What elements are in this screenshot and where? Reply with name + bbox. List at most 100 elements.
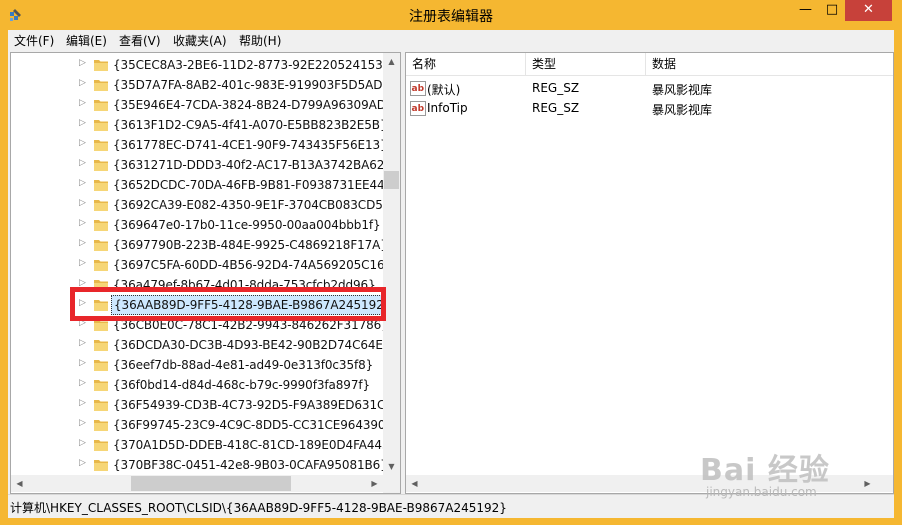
expand-arrow-icon[interactable]: ▷ bbox=[79, 398, 89, 410]
folder-icon bbox=[94, 60, 108, 71]
tree-item-label: {36F54939-CD3B-4C73-92D5-F9A389ED631C} bbox=[113, 398, 393, 412]
expand-arrow-icon[interactable]: ▷ bbox=[79, 358, 89, 370]
svg-text:ab: ab bbox=[412, 84, 425, 94]
expand-arrow-icon[interactable]: ▷ bbox=[79, 118, 89, 130]
maximize-button[interactable]: □ bbox=[819, 0, 845, 21]
tree-item[interactable]: ▷ {35CEC8A3-2BE6-11D2-8773-92E220524153} bbox=[79, 55, 391, 75]
value-name: InfoTip bbox=[427, 101, 468, 115]
tree-item[interactable]: ▷ {370A1D5D-DDEB-418C-81CD-189E0D4FA443} bbox=[79, 435, 397, 455]
expand-arrow-icon[interactable]: ▷ bbox=[79, 338, 89, 350]
folder-icon bbox=[94, 440, 108, 451]
tree-item[interactable]: ▷ {35D7A7FA-8AB2-401c-983E-919903F5D5AD} bbox=[79, 75, 390, 95]
menu-edit[interactable]: 编辑(E) bbox=[66, 32, 107, 49]
expand-arrow-icon[interactable]: ▷ bbox=[79, 78, 89, 90]
folder-icon bbox=[94, 140, 108, 151]
expand-arrow-icon[interactable]: ▷ bbox=[79, 58, 89, 70]
tree-item[interactable]: ▷ {36f0bd14-d84d-468c-b79c-9990f3fa897f} bbox=[79, 375, 389, 395]
tree-item-label: {370A1D5D-DDEB-418C-81CD-189E0D4FA443} bbox=[113, 438, 398, 452]
expand-arrow-icon[interactable]: ▷ bbox=[79, 198, 89, 210]
folder-icon bbox=[94, 200, 108, 211]
tree-item[interactable]: ▷ {3692CA39-E082-4350-9E1F-3704CB083CD5} bbox=[79, 195, 391, 215]
expand-arrow-icon[interactable]: ▷ bbox=[79, 178, 89, 190]
tree-item-label: {361778EC-D741-4CE1-90F9-743435F56E13} bbox=[113, 138, 388, 152]
scroll-down-icon[interactable]: ▼ bbox=[383, 458, 400, 475]
column-data-header[interactable]: 数据 bbox=[646, 53, 893, 75]
watermark-url: jingyan.baidu.com bbox=[706, 485, 817, 499]
key-tree-pane[interactable]: ▷ {35CEC8A3-2BE6-11D2-8773-92E220524153} ▷… bbox=[10, 52, 401, 494]
expand-arrow-icon[interactable]: ▷ bbox=[79, 158, 89, 170]
tree-horizontal-scrollbar[interactable]: ◀ ▶ bbox=[11, 475, 383, 492]
tree-item-label: {36DCDA30-DC3B-4D93-BE42-90B2D74C64E7} bbox=[113, 338, 398, 352]
baidu-watermark: Bai 经验 jingyan.baidu.com bbox=[700, 445, 890, 505]
tree-item[interactable]: ▷ {36eef7db-88ad-4e81-ad49-0e313f0c35f8} bbox=[79, 355, 389, 375]
menu-file[interactable]: 文件(F) bbox=[14, 32, 54, 49]
expand-arrow-icon[interactable]: ▷ bbox=[79, 258, 89, 270]
folder-icon bbox=[94, 180, 108, 191]
tree-item[interactable]: ▷ {36F99745-23C9-4C9C-8DD5-CC31CE964390} bbox=[79, 415, 393, 435]
expand-arrow-icon[interactable]: ▷ bbox=[79, 418, 89, 430]
value-data: 暴风影视库 bbox=[652, 103, 713, 117]
tree-item[interactable]: ▷ {36DCDA30-DC3B-4D93-BE42-90B2D74C64E7} bbox=[79, 335, 398, 355]
tree-item-label: {3613F1D2-C9A5-4f41-A070-E5BB823B2E5B} bbox=[113, 118, 388, 132]
tree-item[interactable]: ▷ {3613F1D2-C9A5-4f41-A070-E5BB823B2E5B} bbox=[79, 115, 389, 135]
value-name: (默认) bbox=[427, 83, 461, 97]
status-path: 计算机\HKEY_CLASSES_ROOT\CLSID\{36AAB89D-9F… bbox=[10, 501, 507, 515]
menu-view[interactable]: 查看(V) bbox=[119, 32, 161, 49]
folder-icon bbox=[94, 240, 108, 251]
tree-item-label: {3652DCDC-70DA-46FB-9B81-F0938731EE44} bbox=[113, 178, 393, 192]
minimize-button[interactable]: — bbox=[792, 0, 819, 21]
tree-item-label: {35D7A7FA-8AB2-401c-983E-919903F5D5AD} bbox=[113, 78, 390, 92]
scroll-left-icon[interactable]: ◀ bbox=[11, 475, 28, 492]
title-bar[interactable]: 注册表编辑器 — □ ✕ bbox=[0, 0, 902, 30]
tree-item-label: {36eef7db-88ad-4e81-ad49-0e313f0c35f8} bbox=[113, 358, 374, 372]
folder-icon bbox=[94, 260, 108, 271]
tree-item-label: {36f0bd14-d84d-468c-b79c-9990f3fa897f} bbox=[113, 378, 371, 392]
expand-arrow-icon[interactable]: ▷ bbox=[79, 238, 89, 250]
scroll-left-icon[interactable]: ◀ bbox=[406, 475, 423, 492]
folder-icon bbox=[94, 220, 108, 231]
close-button[interactable]: ✕ bbox=[845, 0, 892, 21]
tree-item-label: {370BF38C-0451-42e8-9B03-0CAFA95081B6} bbox=[113, 458, 388, 472]
list-row[interactable]: ab InfoTip REG_SZ 暴风影视库 bbox=[406, 99, 893, 119]
tree-item[interactable]: ▷ {36F54939-CD3B-4C73-92D5-F9A389ED631C} bbox=[79, 395, 393, 415]
expand-arrow-icon[interactable]: ▷ bbox=[79, 438, 89, 450]
list-row[interactable]: ab (默认) REG_SZ 暴风影视库 bbox=[406, 79, 893, 99]
scroll-right-icon[interactable]: ▶ bbox=[366, 475, 383, 492]
highlight-annotation-box bbox=[70, 287, 386, 321]
tree-item[interactable]: ▷ {3697C5FA-60DD-4B56-92D4-74A569205C16} bbox=[79, 255, 393, 275]
expand-arrow-icon[interactable]: ▷ bbox=[79, 458, 89, 470]
tree-item[interactable]: ▷ {369647e0-17b0-11ce-9950-00aa004bbb1f} bbox=[79, 215, 389, 235]
scroll-thumb[interactable] bbox=[384, 171, 399, 189]
folder-icon bbox=[94, 80, 108, 91]
folder-icon bbox=[94, 160, 108, 171]
string-value-icon: ab bbox=[410, 101, 426, 116]
window-title: 注册表编辑器 bbox=[409, 9, 493, 25]
expand-arrow-icon[interactable]: ▷ bbox=[79, 378, 89, 390]
tree-item[interactable]: ▷ {361778EC-D741-4CE1-90F9-743435F56E13} bbox=[79, 135, 389, 155]
values-list-pane[interactable]: 名称 类型 数据 ab (默认) REG_SZ 暴风影视库 ab InfoTip bbox=[405, 52, 894, 494]
tree-item-label: {35CEC8A3-2BE6-11D2-8773-92E220524153} bbox=[113, 58, 391, 72]
tree-item-label: {3692CA39-E082-4350-9E1F-3704CB083CD5} bbox=[113, 198, 391, 212]
scroll-thumb-horizontal[interactable] bbox=[131, 476, 291, 491]
scroll-corner bbox=[383, 475, 400, 492]
menu-favorites[interactable]: 收藏夹(A) bbox=[173, 32, 227, 49]
scroll-up-icon[interactable]: ▲ bbox=[383, 53, 400, 70]
expand-arrow-icon[interactable]: ▷ bbox=[79, 218, 89, 230]
tree-item[interactable]: ▷ {3697790B-223B-484E-9925-C4869218F17A} bbox=[79, 235, 389, 255]
folder-icon bbox=[94, 340, 108, 351]
tree-vertical-scrollbar[interactable]: ▲ ▼ bbox=[383, 53, 400, 493]
tree-item[interactable]: ▷ {35E946E4-7CDA-3824-8B24-D799A96309AD} bbox=[79, 95, 394, 115]
folder-icon bbox=[94, 120, 108, 131]
tree-item[interactable]: ▷ {370BF38C-0451-42e8-9B03-0CAFA95081B6} bbox=[79, 455, 389, 475]
column-type-header[interactable]: 类型 bbox=[526, 53, 646, 75]
string-value-icon: ab bbox=[410, 81, 426, 96]
expand-arrow-icon[interactable]: ▷ bbox=[79, 138, 89, 150]
value-data: 暴风影视库 bbox=[652, 83, 713, 97]
menu-help[interactable]: 帮助(H) bbox=[239, 32, 281, 49]
tree-item-label: {36F99745-23C9-4C9C-8DD5-CC31CE964390} bbox=[113, 418, 393, 432]
tree-item-label: {3697C5FA-60DD-4B56-92D4-74A569205C16} bbox=[113, 258, 393, 272]
tree-item[interactable]: ▷ {3652DCDC-70DA-46FB-9B81-F0938731EE44} bbox=[79, 175, 393, 195]
tree-item[interactable]: ▷ {3631271D-DDD3-40f2-AC17-B13A3742BA62} bbox=[79, 155, 392, 175]
column-name-header[interactable]: 名称 bbox=[406, 53, 526, 75]
expand-arrow-icon[interactable]: ▷ bbox=[79, 98, 89, 110]
